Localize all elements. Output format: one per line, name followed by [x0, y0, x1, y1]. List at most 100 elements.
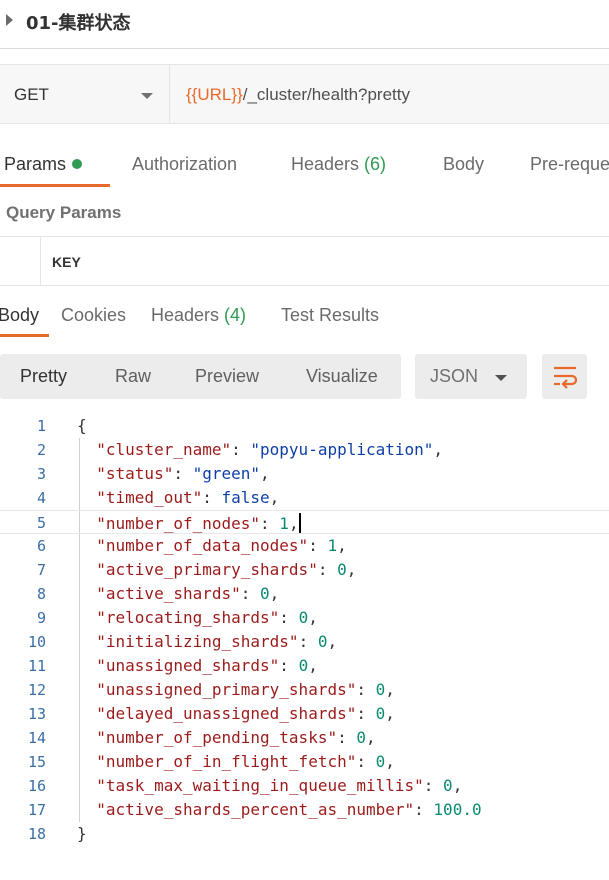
json-key: "unassigned_primary_shards": [96, 680, 357, 699]
code-text: "initializing_shards": 0,: [96, 632, 338, 651]
response-tabs: Body Cookies Headers (4) Test Results: [0, 294, 609, 342]
tab-label: Headers: [291, 154, 365, 174]
format-visualize[interactable]: Visualize: [306, 366, 378, 387]
code-text: "delayed_unassigned_shards": 0,: [96, 704, 395, 723]
json-value: 0: [298, 656, 309, 675]
code-text: "relocating_shards": 0,: [96, 608, 318, 627]
json-value: 1: [279, 514, 289, 533]
query-params-table: KEY: [0, 236, 609, 286]
tab-label: Pre-reque: [530, 154, 609, 174]
language-select[interactable]: JSON: [415, 354, 527, 399]
json-key: "number_of_in_flight_fetch": [96, 752, 357, 771]
code-text: "number_of_data_nodes": 1,: [96, 536, 347, 555]
line-number: 2: [36, 441, 46, 459]
expand-caret-icon[interactable]: [6, 14, 13, 26]
url-variable: {{URL}}: [186, 85, 243, 104]
tab-test-results[interactable]: Test Results: [281, 305, 379, 326]
json-value: 0: [356, 728, 366, 747]
line-number: 18: [27, 825, 46, 843]
tab-cookies[interactable]: Cookies: [61, 305, 126, 326]
json-key: "relocating_shards": [96, 608, 280, 627]
json-key: "delayed_unassigned_shards": [96, 704, 357, 723]
tab-params[interactable]: Params: [4, 154, 83, 175]
line-number: 10: [27, 633, 46, 651]
code-line: 16 "task_max_waiting_in_queue_millis": 0…: [0, 774, 609, 798]
json-value: 0: [298, 608, 309, 627]
code-line: 13 "delayed_unassigned_shards": 0,: [0, 702, 609, 726]
code-text: "cluster_name": "popyu-application",: [96, 440, 444, 459]
tab-headers[interactable]: Headers (6): [291, 154, 386, 175]
code-line: 2 "cluster_name": "popyu-application",: [0, 438, 609, 462]
line-number: 9: [36, 609, 46, 627]
line-number: 16: [27, 777, 46, 795]
json-key: "unassigned_shards": [96, 656, 280, 675]
key-column-header: KEY: [52, 254, 81, 270]
url-input[interactable]: {{URL}}/_cluster/health?pretty: [186, 85, 410, 105]
json-value: false: [221, 488, 270, 507]
wrap-lines-button[interactable]: [542, 354, 587, 399]
code-line: 12 "unassigned_primary_shards": 0,: [0, 678, 609, 702]
method-select[interactable]: GET: [0, 65, 170, 123]
line-number: 17: [27, 801, 46, 819]
tab-pre-request[interactable]: Pre-reque: [530, 154, 609, 175]
format-preview[interactable]: Preview: [195, 366, 259, 387]
code-line: 17 "active_shards_percent_as_number": 10…: [0, 798, 609, 822]
line-number: 12: [27, 681, 46, 699]
chevron-down-icon: [495, 375, 507, 381]
code-text: "timed_out": false,: [96, 488, 280, 507]
wrap-lines-icon: [554, 366, 578, 389]
code-line: 1{: [0, 414, 609, 438]
tab-response-headers[interactable]: Headers (4): [151, 305, 246, 326]
request-title[interactable]: 01-集群状态: [26, 9, 131, 35]
code-text: "active_shards_percent_as_number": 100.0: [96, 800, 482, 819]
json-key: "number_of_nodes": [96, 514, 261, 533]
code-text: "number_of_nodes": 1,: [96, 513, 301, 533]
tab-label: Body: [0, 305, 40, 325]
code-line: 15 "number_of_in_flight_fetch": 0,: [0, 750, 609, 774]
request-title-bar: 01-集群状态: [0, 0, 609, 48]
tab-label: Params: [4, 154, 67, 174]
json-value: 0: [337, 560, 347, 579]
tab-label: Authorization: [132, 154, 238, 174]
format-pretty[interactable]: Pretty: [20, 366, 67, 387]
divider: [0, 48, 609, 49]
line-number: 13: [27, 705, 46, 723]
line-number: 11: [27, 657, 46, 675]
status-dot-icon: [72, 159, 83, 169]
json-key: "initializing_shards": [96, 632, 299, 651]
code-line: 11 "unassigned_shards": 0,: [0, 654, 609, 678]
tab-count: (6): [364, 154, 387, 174]
tab-label: Test Results: [281, 305, 380, 325]
active-tab-indicator: [0, 184, 110, 187]
tab-response-body[interactable]: Body: [0, 305, 39, 326]
json-value: 0: [375, 704, 386, 723]
line-number: 15: [27, 753, 46, 771]
code-line: 7 "active_primary_shards": 0,: [0, 558, 609, 582]
code-text: "task_max_waiting_in_queue_millis": 0,: [96, 776, 463, 795]
json-value: 0: [375, 680, 386, 699]
code-line: 14 "number_of_pending_tasks": 0,: [0, 726, 609, 750]
tab-label: Headers: [151, 305, 225, 325]
line-number: 7: [36, 561, 46, 579]
code-text: "unassigned_shards": 0,: [96, 656, 318, 675]
line-number: 5: [36, 514, 46, 532]
json-value: 0: [375, 752, 386, 771]
json-value: 1: [327, 536, 338, 555]
line-number: 4: [36, 489, 46, 507]
code-text: "active_shards": 0,: [96, 584, 280, 603]
tab-label: Cookies: [61, 305, 127, 325]
code-line: 5 "number_of_nodes": 1,: [0, 510, 609, 534]
json-key: "number_of_data_nodes": [96, 536, 309, 555]
code-text: "status": "green",: [96, 464, 270, 483]
json-key: "active_shards_percent_as_number": [96, 800, 415, 819]
column-divider: [40, 237, 41, 285]
line-number: 3: [36, 465, 46, 483]
json-value: 0: [443, 776, 453, 795]
json-key: "active_primary_shards": [96, 560, 318, 579]
tab-authorization[interactable]: Authorization: [132, 154, 237, 175]
format-raw[interactable]: Raw: [115, 366, 151, 387]
tab-body[interactable]: Body: [443, 154, 484, 175]
code-line: 4 "timed_out": false,: [0, 486, 609, 510]
json-key: "timed_out": [96, 488, 203, 507]
json-value: "green": [192, 464, 261, 483]
